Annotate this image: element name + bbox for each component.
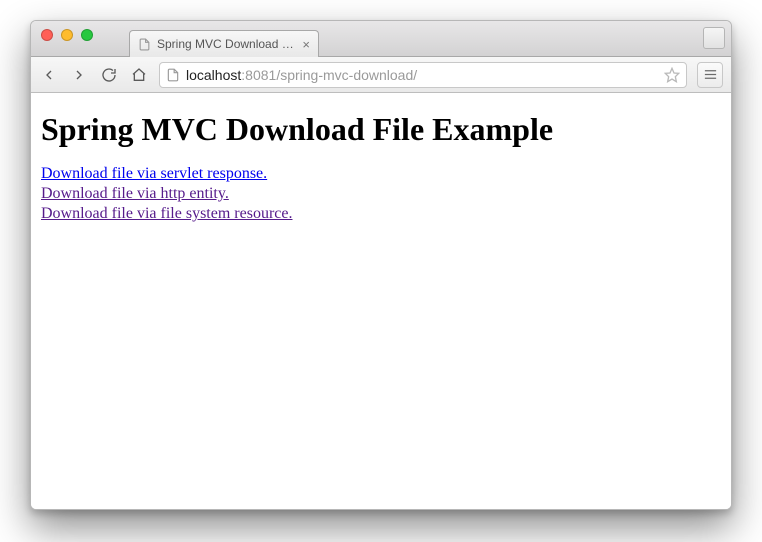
minimize-window-button[interactable] [61,29,73,41]
address-bar[interactable]: localhost:8081/spring-mvc-download/ [159,62,687,88]
toolbar: localhost:8081/spring-mvc-download/ [31,57,731,93]
page-heading: Spring MVC Download File Example [41,111,721,148]
download-link-http-entity[interactable]: Download file via http entity. [41,185,229,202]
close-tab-icon[interactable]: × [302,38,310,51]
site-info-icon[interactable] [166,68,180,82]
download-link-servlet[interactable]: Download file via servlet response. [41,165,267,182]
url-port: :8081 [241,67,276,83]
page-icon [138,38,151,51]
tab-title: Spring MVC Download File [157,37,296,51]
menu-button[interactable] [697,62,723,88]
download-link-file-system-resource[interactable]: Download file via file system resource. [41,205,292,222]
reload-button[interactable] [99,65,119,85]
browser-tab[interactable]: Spring MVC Download File × [129,30,319,57]
close-window-button[interactable] [41,29,53,41]
url-text: localhost:8081/spring-mvc-download/ [186,67,658,83]
new-tab-button[interactable] [703,27,725,49]
page-viewport: Spring MVC Download File Example Downloa… [31,93,731,509]
titlebar: Spring MVC Download File × [31,21,731,57]
forward-button[interactable] [69,65,89,85]
url-path: /spring-mvc-download/ [276,67,417,83]
home-button[interactable] [129,65,149,85]
browser-window: Spring MVC Download File × local [30,20,732,510]
window-controls [41,29,93,41]
bookmark-icon[interactable] [664,67,680,83]
maximize-window-button[interactable] [81,29,93,41]
back-button[interactable] [39,65,59,85]
url-host: localhost [186,67,241,83]
